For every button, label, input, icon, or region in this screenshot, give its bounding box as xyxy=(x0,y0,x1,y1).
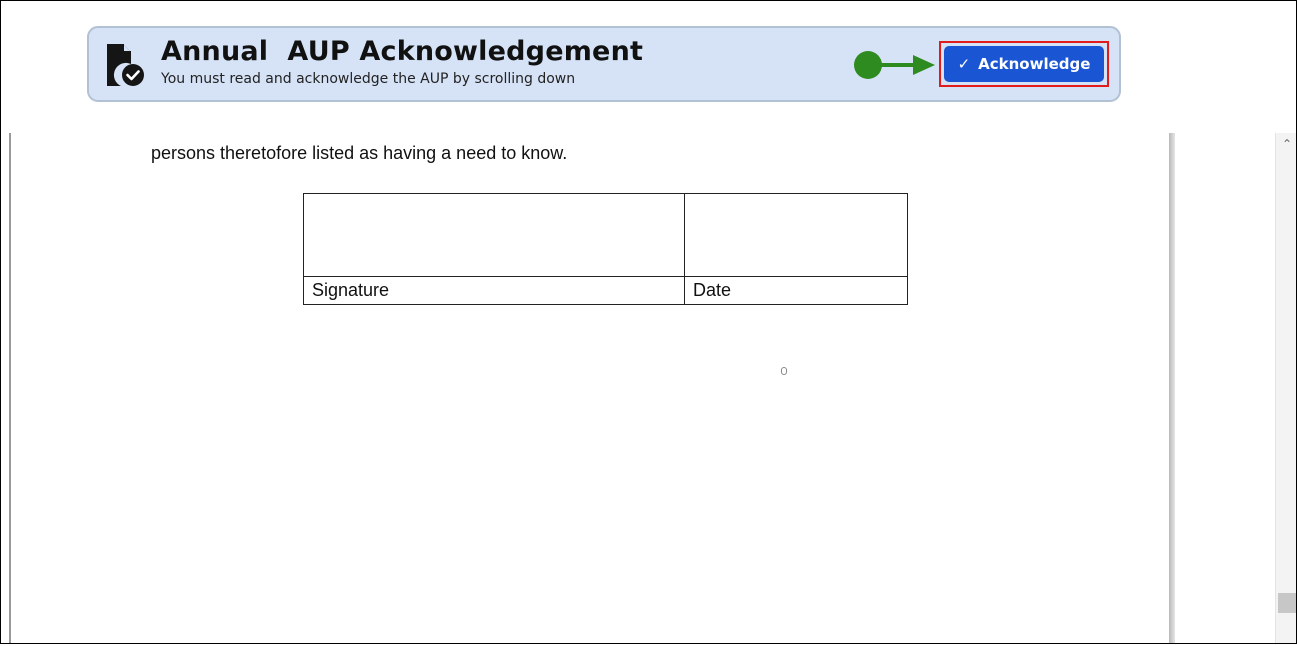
document-edge-shadow xyxy=(1169,133,1175,643)
page-subtitle: You must read and acknowledge the AUP by… xyxy=(161,71,576,87)
acknowledge-label: Acknowledge xyxy=(978,55,1091,73)
chevron-up-icon[interactable]: ⌃ xyxy=(1280,137,1294,151)
document-paragraph: persons theretofore listed as having a n… xyxy=(151,143,568,163)
signature-cell xyxy=(302,192,686,278)
acknowledge-button[interactable]: ✓ Acknowledge xyxy=(944,46,1104,82)
green-arrow-pointer xyxy=(854,51,935,79)
document-check-icon xyxy=(107,44,144,86)
date-label: Date xyxy=(684,276,908,305)
aup-header-banner: Annual AUP Acknowledgement You must read… xyxy=(87,26,1121,102)
app-window: persons theretofore listed as having a n… xyxy=(0,0,1297,644)
signature-label: Signature xyxy=(302,276,686,305)
page-title: Annual AUP Acknowledgement xyxy=(161,36,644,67)
scrollbar-thumb[interactable] xyxy=(1278,593,1296,613)
signature-table: Signature Date xyxy=(302,192,908,305)
vertical-scrollbar[interactable]: ⌃ xyxy=(1275,133,1296,643)
check-icon: ✓ xyxy=(957,55,971,73)
mouse-cursor xyxy=(781,367,787,375)
acknowledge-highlight: ✓ Acknowledge xyxy=(939,41,1109,87)
date-cell xyxy=(684,192,908,278)
